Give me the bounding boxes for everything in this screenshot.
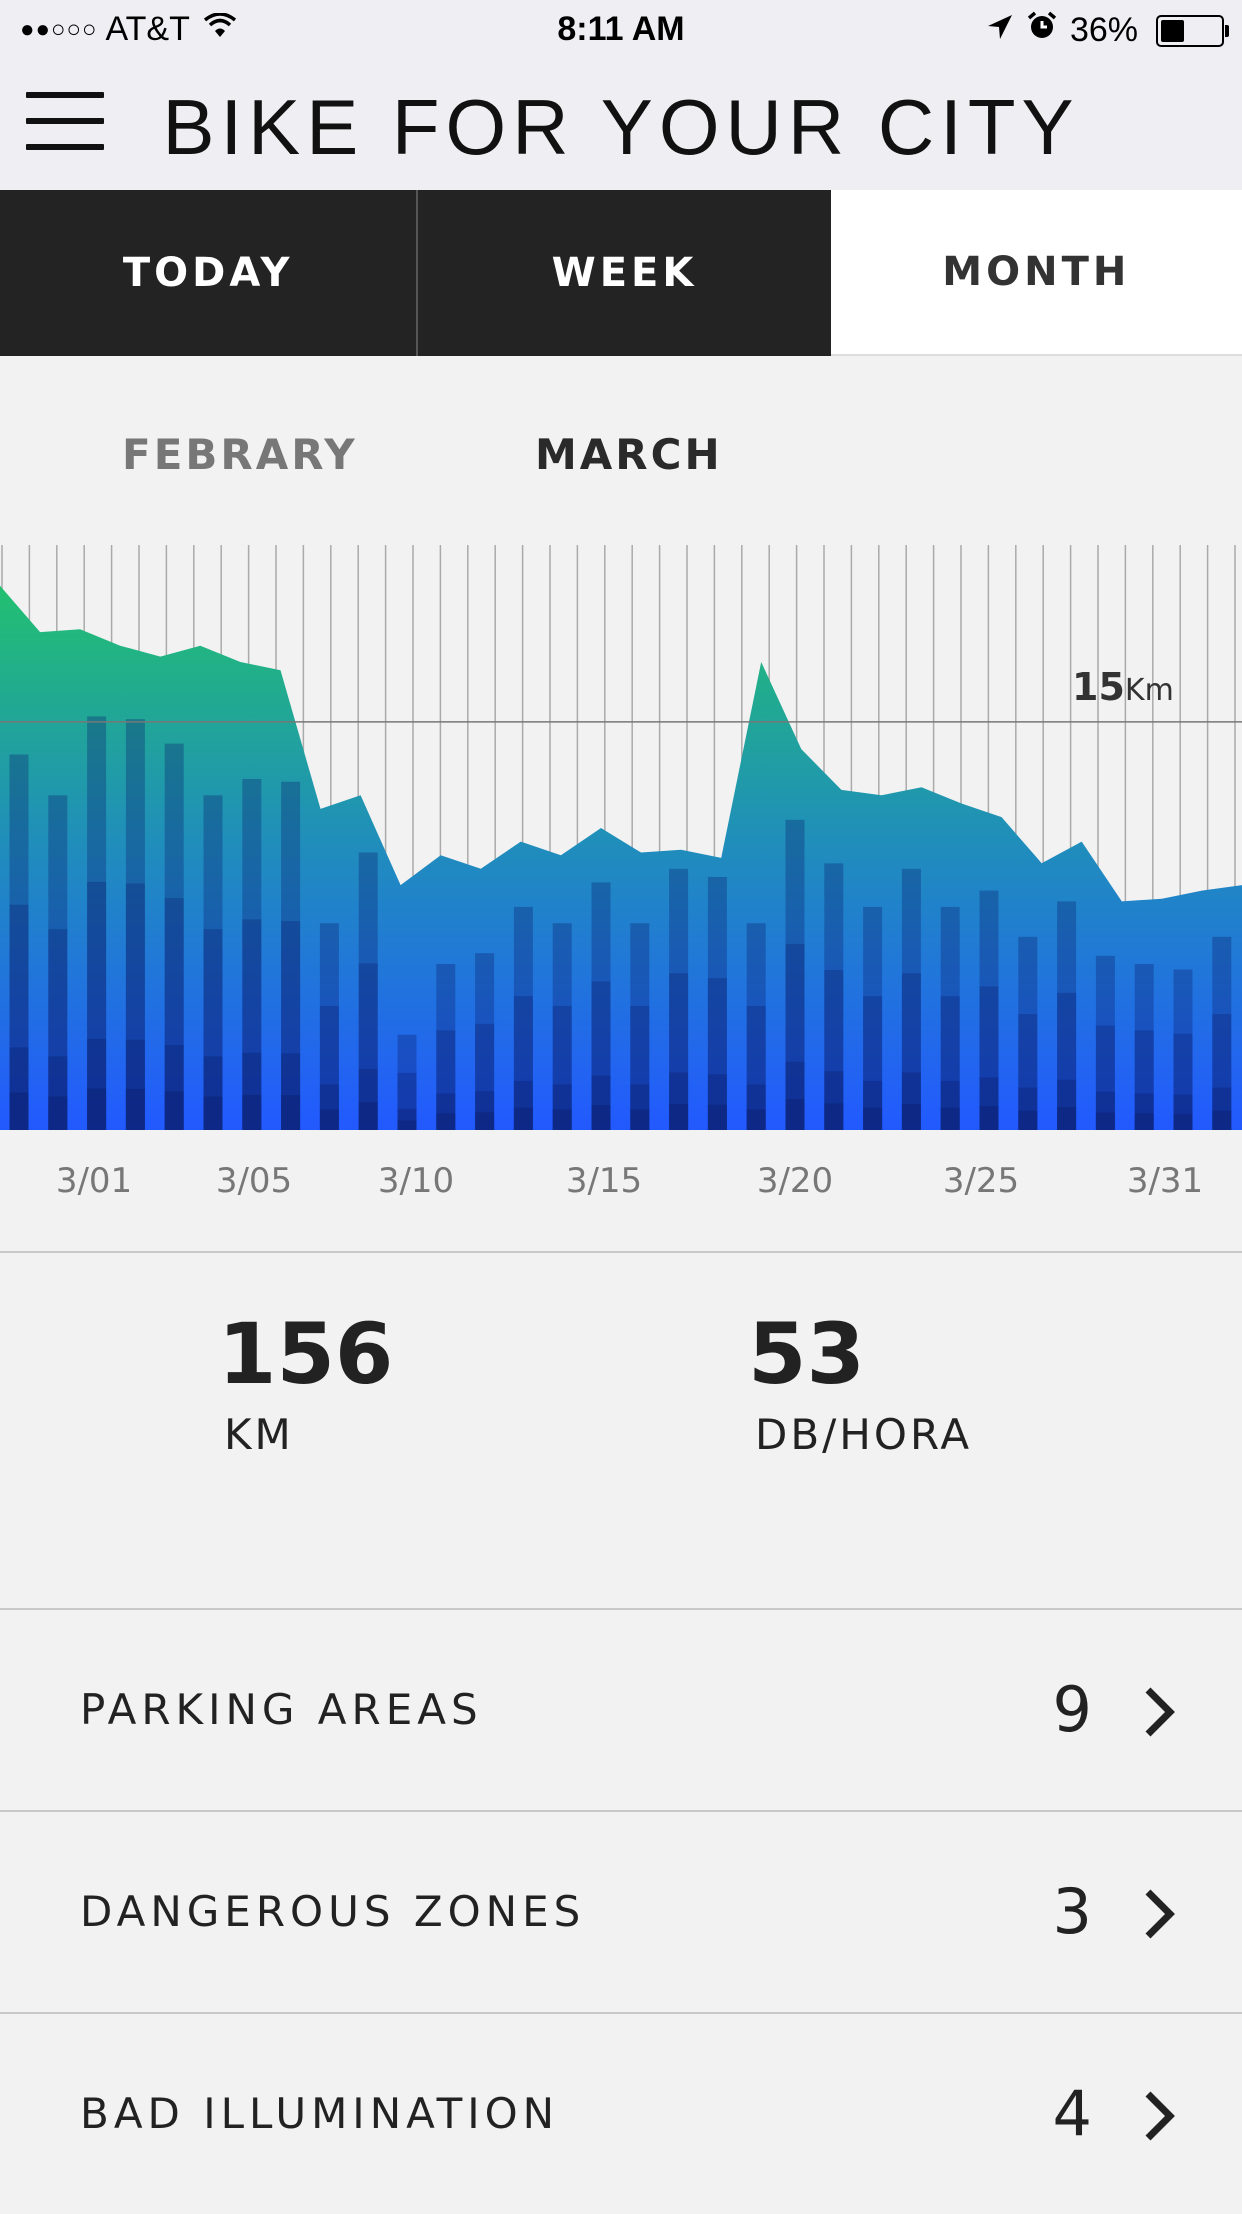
chart-bar [1212, 936, 1232, 1130]
chart-bar [785, 819, 805, 1130]
chart-bar [863, 906, 883, 1130]
chevron-right-icon [1145, 1889, 1175, 1939]
chart-bar [1057, 901, 1077, 1130]
chart-bar [630, 923, 650, 1130]
status-right: 36% [986, 10, 1229, 51]
month-previous[interactable]: FEBRARY [122, 430, 358, 479]
tab-today[interactable]: TODAY [0, 190, 419, 356]
chart-bar [125, 719, 145, 1130]
chart-bar [203, 795, 223, 1130]
chart-bar [824, 863, 844, 1130]
chart-bar [513, 906, 533, 1130]
app-title: BIKE FOR YOUR CITY [162, 83, 1080, 171]
chart-bar [591, 882, 611, 1130]
chart-bar [979, 890, 999, 1130]
chart-bar [1134, 964, 1154, 1130]
list-item-label: PARKING AREAS [80, 1685, 483, 1734]
chart-bar [358, 852, 378, 1130]
month-selector: FEBRARY MARCH [0, 400, 1242, 510]
list-item-count: 3 [1052, 1875, 1092, 1948]
list-item-label: BAD ILLUMINATION [80, 2089, 560, 2138]
status-bar: ●●○○○ AT&T 8:11 AM 36% [0, 0, 1242, 62]
list-item-dangerous-zones[interactable]: DANGEROUS ZONES 3 [0, 1812, 1242, 2012]
chevron-right-icon [1145, 2091, 1175, 2141]
reference-label: 15Km [1072, 665, 1174, 709]
chart-bar [1095, 955, 1115, 1130]
battery-percent: 36% [1069, 11, 1138, 49]
stat-noise-value: 53 [748, 1305, 865, 1403]
chart-bar [436, 964, 456, 1130]
chart-bar [707, 876, 727, 1130]
chart-bar [669, 868, 689, 1130]
battery-level [1161, 19, 1185, 42]
x-tick-label: 3/05 [216, 1161, 292, 1201]
chart-bar [48, 795, 68, 1130]
x-tick-label: 3/10 [378, 1161, 454, 1201]
x-tick-label: 3/31 [1127, 1161, 1203, 1201]
list-item-label: DANGEROUS ZONES [80, 1887, 586, 1936]
chart-bar [475, 953, 495, 1130]
chart-bar [164, 743, 184, 1130]
battery-icon [1156, 14, 1229, 47]
app-header: BIKE FOR YOUR CITY [0, 62, 1242, 190]
chart-bar [319, 923, 339, 1130]
location-arrow-icon [986, 11, 1014, 50]
month-current[interactable]: MARCH [535, 430, 723, 479]
chart-bar [940, 906, 960, 1130]
x-tick-label: 3/20 [757, 1161, 833, 1201]
chart-bar [397, 1034, 417, 1130]
list-item-parking-areas[interactable]: PARKING AREAS 9 [0, 1610, 1242, 1810]
chart-bar [1173, 969, 1193, 1130]
divider [0, 1251, 1242, 1253]
alarm-icon [1026, 10, 1058, 51]
x-axis-ticks: 3/01 3/05 3/10 3/15 3/20 3/25 3/31 [56, 1161, 1203, 1201]
x-tick-label: 3/01 [56, 1161, 132, 1201]
period-tabs: TODAY WEEK MONTH [0, 190, 1242, 356]
chart-bar [552, 923, 572, 1130]
list-item-count: 4 [1052, 2077, 1092, 2150]
list-item-bad-illumination[interactable]: BAD ILLUMINATION 4 [0, 2014, 1242, 2214]
chart-bar [901, 868, 921, 1130]
chart-bar [746, 923, 766, 1130]
stat-distance-value: 156 [218, 1305, 394, 1403]
chart-bar [1018, 936, 1038, 1130]
tab-week[interactable]: WEEK [418, 190, 831, 356]
stat-noise-unit: DB/HORA [755, 1410, 973, 1459]
tab-month[interactable]: MONTH [830, 190, 1242, 356]
chevron-right-icon [1145, 1687, 1175, 1737]
stat-distance-unit: KM [224, 1410, 294, 1459]
chart-bar [281, 781, 301, 1130]
chart-bar [87, 716, 107, 1130]
x-tick-label: 3/15 [566, 1161, 642, 1201]
chart-bar [242, 779, 262, 1130]
distance-chart: 15Km 3/01 3/05 3/10 3/15 3/20 3/25 3/31 [0, 545, 1242, 1201]
x-tick-label: 3/25 [943, 1161, 1019, 1201]
chart-bar [9, 754, 29, 1130]
list-item-count: 9 [1052, 1673, 1092, 1746]
distance-area [0, 585, 1242, 1130]
